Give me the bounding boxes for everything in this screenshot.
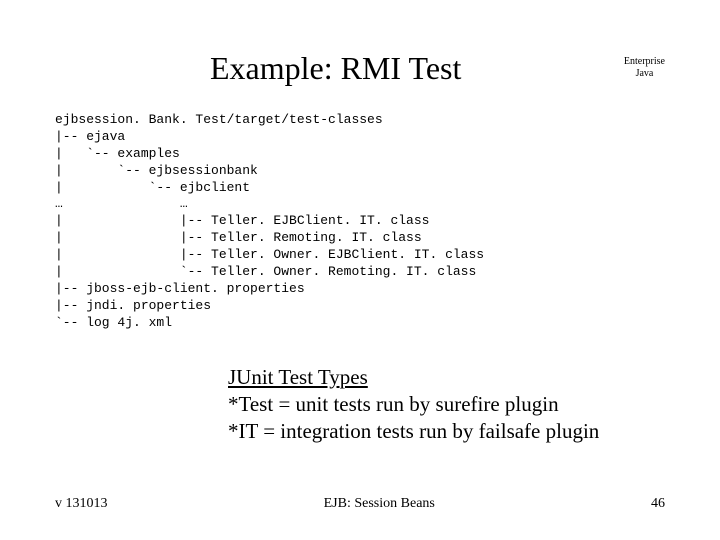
- corner-label-line2: Java: [624, 68, 665, 80]
- corner-label: Enterprise Java: [624, 56, 665, 80]
- corner-label-line1: Enterprise: [624, 56, 665, 68]
- footer-row: v 131013 EJB: Session Beans 46: [0, 496, 720, 512]
- notes-line-2: *IT = integration tests run by failsafe …: [228, 418, 720, 445]
- notes-line-1: *Test = unit tests run by surefire plugi…: [228, 391, 720, 418]
- slide-title: Example: RMI Test: [210, 50, 461, 87]
- directory-tree: ejbsession. Bank. Test/target/test-class…: [0, 87, 720, 332]
- footer-section: EJB: Session Beans: [108, 496, 652, 512]
- footer-page-number: 46: [651, 496, 665, 512]
- notes-block: JUnit Test Types *Test = unit tests run …: [0, 332, 720, 446]
- notes-heading: JUnit Test Types: [228, 364, 720, 391]
- footer-version: v 131013: [55, 496, 108, 512]
- header-row: Example: RMI Test Enterprise Java: [0, 0, 720, 87]
